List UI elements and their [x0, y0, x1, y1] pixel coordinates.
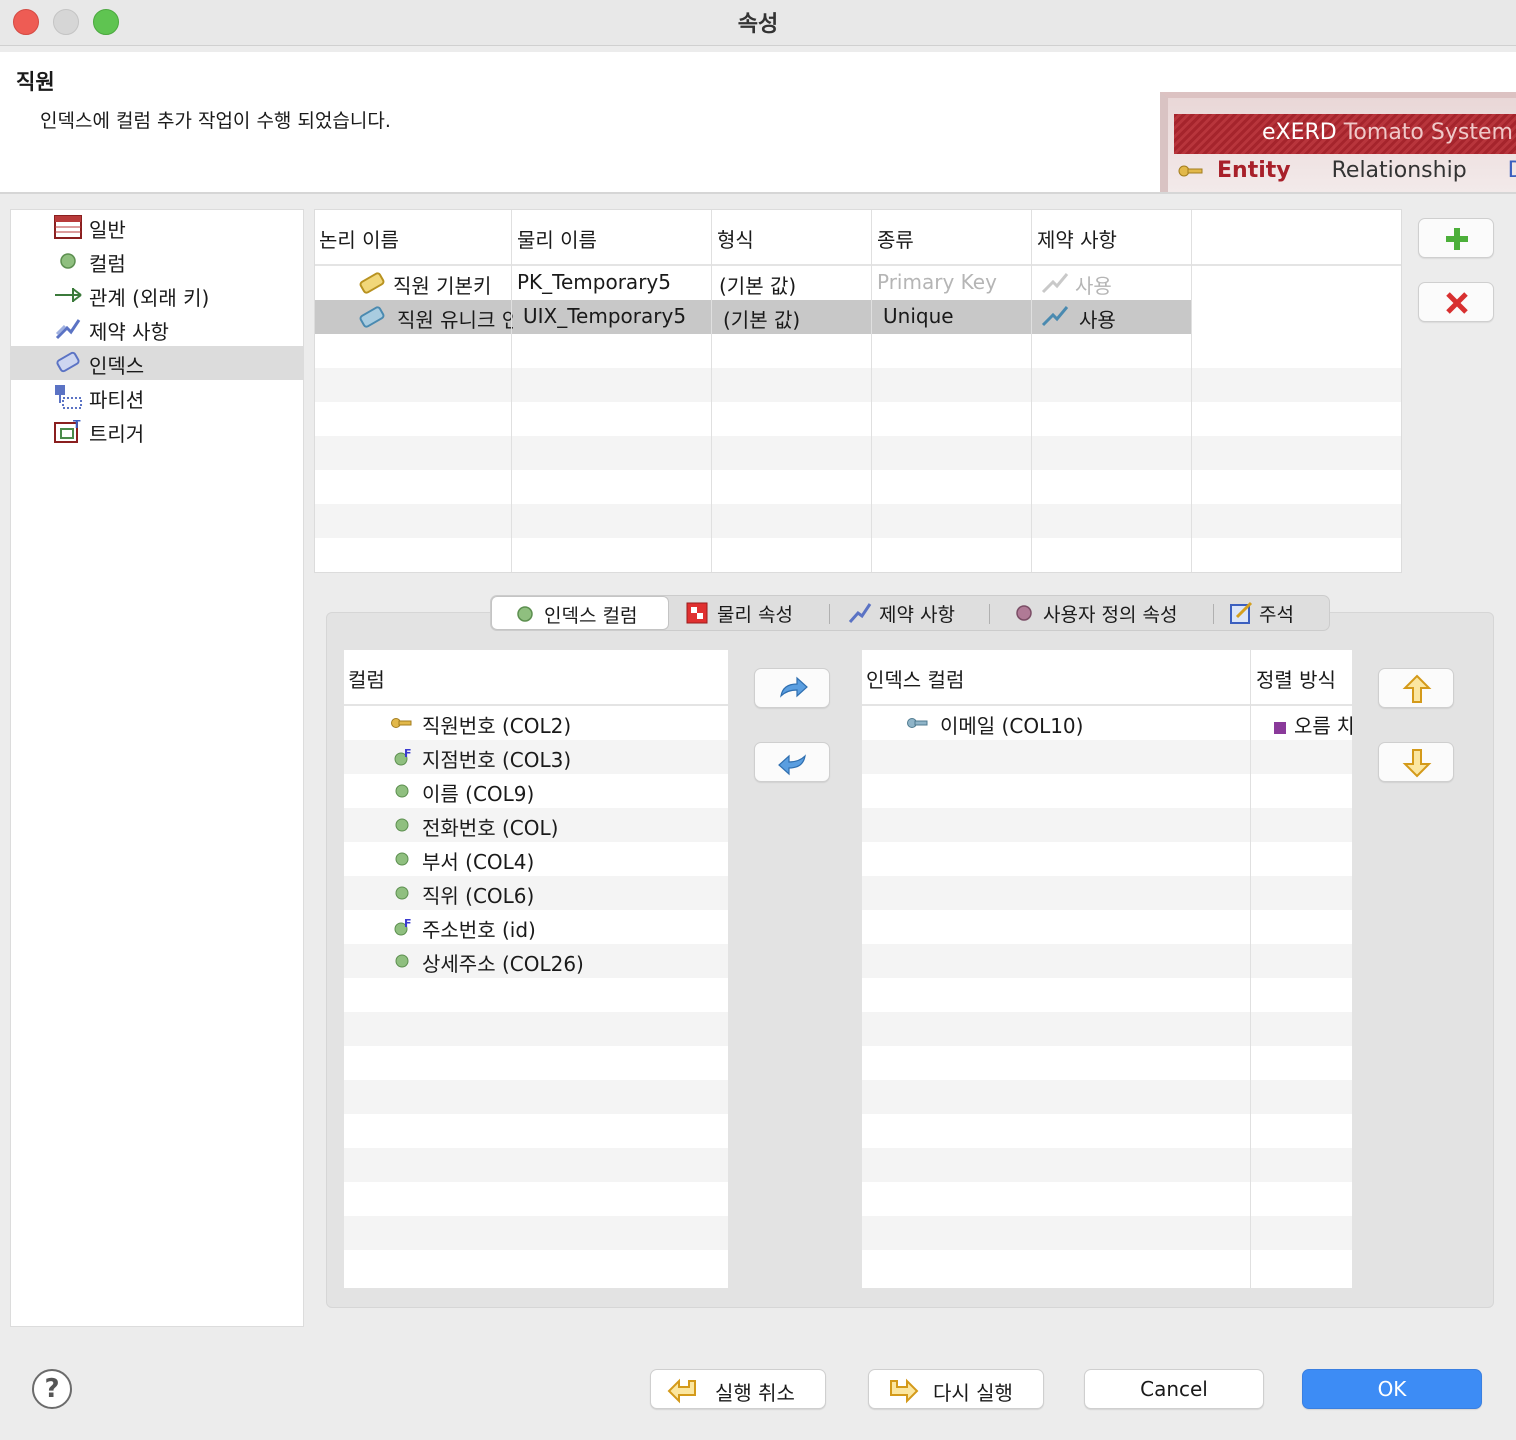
tab-user-properties[interactable]: 사용자 정의 속성 — [1009, 596, 1199, 630]
header-kind[interactable]: 종류 — [877, 224, 914, 253]
index-icon — [359, 306, 385, 328]
table-row-selected[interactable]: 직원 유니크 인 UIX_Temporary5 (기본 값) Unique 사용 — [315, 300, 1192, 334]
tree-item-general[interactable]: 일반 — [11, 210, 303, 244]
key-icon — [907, 718, 928, 728]
list-item[interactable]: 이름 (COL9) — [344, 774, 728, 808]
tree-item-columns[interactable]: 컬럼 — [11, 244, 303, 278]
tab-physical-properties[interactable]: 물리 속성 — [685, 596, 815, 630]
physical-icon — [686, 602, 708, 624]
tab-comment[interactable]: 주석 — [1229, 596, 1325, 630]
constraint-icon — [55, 319, 81, 340]
status-message: 인덱스에 컬럼 추가 작업이 수행 되었습니다. — [40, 110, 391, 132]
property-tree: 일반 컬럼 관계 (외래 키) 제약 사항 인덱스 파티션 T 트리거 — [10, 209, 304, 1327]
brand-system: Tomato System — [1343, 120, 1513, 145]
custom-dot-icon — [1016, 605, 1032, 621]
columns-list-header: 컬럼 — [344, 650, 728, 706]
tree-item-indexes[interactable]: 인덱스 — [11, 346, 303, 380]
arrow-right-icon — [780, 676, 808, 698]
header-constraint[interactable]: 제약 사항 — [1037, 224, 1117, 253]
svg-text:F: F — [404, 917, 412, 930]
help-button[interactable]: ? — [32, 1369, 72, 1409]
dialog-header: 직원 인덱스에 컬럼 추가 작업이 수행 되었습니다. eXERD Tomato… — [0, 52, 1516, 194]
header-physical-name[interactable]: 물리 이름 — [517, 224, 597, 253]
constraint-icon — [1041, 273, 1069, 294]
constraint-icon — [848, 603, 872, 623]
partition-icon — [55, 385, 82, 409]
trigger-icon: T — [54, 418, 81, 443]
add-index-button[interactable] — [1418, 218, 1494, 258]
move-up-button[interactable] — [1378, 668, 1454, 708]
brand-name: eXERD — [1262, 120, 1337, 145]
column-icon — [395, 954, 409, 968]
tree-item-relationships[interactable]: 관계 (외래 키) — [11, 278, 303, 312]
tab-index-columns[interactable]: 인덱스 컬럼 — [491, 596, 669, 630]
entity-title: 직원 — [16, 70, 55, 94]
header-format[interactable]: 형식 — [717, 224, 754, 253]
redo-icon — [890, 1378, 919, 1404]
arrow-left-icon — [778, 754, 806, 776]
relationship-icon — [55, 288, 82, 302]
svg-text:T: T — [73, 418, 81, 431]
list-item[interactable]: 직원번호 (COL2) — [344, 706, 728, 740]
header-logical-name[interactable]: 논리 이름 — [319, 224, 399, 253]
title-bar: 속성 — [0, 0, 1516, 46]
brand-banner: eXERD Tomato System Entity Relationship … — [1160, 92, 1516, 192]
available-columns-list: 직원번호 (COL2) F 지점번호 (COL3) 이름 (COL9) 전화번호… — [344, 650, 728, 1288]
window-title: 속성 — [737, 12, 779, 37]
tree-item-partitions[interactable]: 파티션 — [11, 380, 303, 414]
foreign-key-icon: F — [394, 747, 412, 766]
remove-index-button[interactable] — [1418, 282, 1494, 322]
list-item[interactable]: F 주소번호 (id) — [344, 910, 728, 944]
detail-tabs: 인덱스 컬럼 물리 속성 제약 사항 사용자 정의 속성 주석 — [490, 595, 1330, 631]
column-icon — [395, 886, 409, 900]
remove-column-from-index-button[interactable] — [754, 742, 830, 782]
tab-constraints[interactable]: 제약 사항 — [847, 596, 977, 630]
list-item[interactable]: 부서 (COL4) — [344, 842, 728, 876]
plus-icon — [1446, 228, 1468, 250]
banner-nav-diagram: Diag — [1508, 158, 1516, 183]
column-dot-icon — [517, 606, 533, 622]
key-icon — [1178, 165, 1203, 177]
sort-order-icon — [1274, 722, 1286, 734]
undo-button[interactable]: 실행 취소 — [650, 1369, 826, 1409]
move-down-button[interactable] — [1378, 742, 1454, 782]
index-icon — [56, 351, 80, 373]
add-column-to-index-button[interactable] — [754, 668, 830, 708]
index-columns-list: 이메일 (COL10) 오름 차 인덱스 컬럼 정렬 방식 — [862, 650, 1352, 1288]
column-icon — [395, 818, 409, 832]
column-icon — [395, 852, 409, 866]
table-row[interactable]: 직원 기본키 PK_Temporary5 (기본 값) Primary Key … — [315, 266, 1401, 300]
banner-nav-relationship: Relationship — [1331, 158, 1467, 183]
cancel-button[interactable]: Cancel — [1084, 1369, 1264, 1409]
index-icon — [359, 272, 385, 294]
column-icon — [60, 253, 76, 269]
arrow-down-icon — [1402, 749, 1432, 778]
foreign-key-icon: F — [394, 917, 412, 936]
tree-item-triggers[interactable]: T 트리거 — [11, 414, 303, 448]
list-item[interactable]: 직위 (COL6) — [344, 876, 728, 910]
list-item[interactable]: 전화번호 (COL) — [344, 808, 728, 842]
table-header: 논리 이름 물리 이름 형식 종류 제약 사항 — [315, 210, 1401, 266]
ok-button[interactable]: OK — [1302, 1369, 1482, 1409]
svg-text:F: F — [404, 747, 412, 760]
table-icon — [54, 215, 82, 239]
comment-icon — [1230, 601, 1253, 624]
constraint-icon — [1041, 306, 1069, 327]
delete-icon — [1446, 292, 1468, 314]
banner-nav-entity: Entity — [1217, 158, 1291, 183]
tree-item-constraints[interactable]: 제약 사항 — [11, 312, 303, 346]
list-item[interactable]: 상세주소 (COL26) — [344, 944, 728, 978]
index-table: 직원 기본키 PK_Temporary5 (기본 값) Primary Key … — [314, 209, 1402, 573]
list-item[interactable]: F 지점번호 (COL3) — [344, 740, 728, 774]
key-icon — [391, 718, 412, 728]
index-columns-list-header: 인덱스 컬럼 정렬 방식 — [862, 650, 1352, 706]
redo-button[interactable]: 다시 실행 — [868, 1369, 1044, 1409]
arrow-up-icon — [1402, 674, 1432, 703]
undo-icon — [667, 1378, 696, 1404]
column-icon — [395, 784, 409, 798]
list-item[interactable]: 이메일 (COL10) 오름 차 — [862, 706, 1352, 740]
